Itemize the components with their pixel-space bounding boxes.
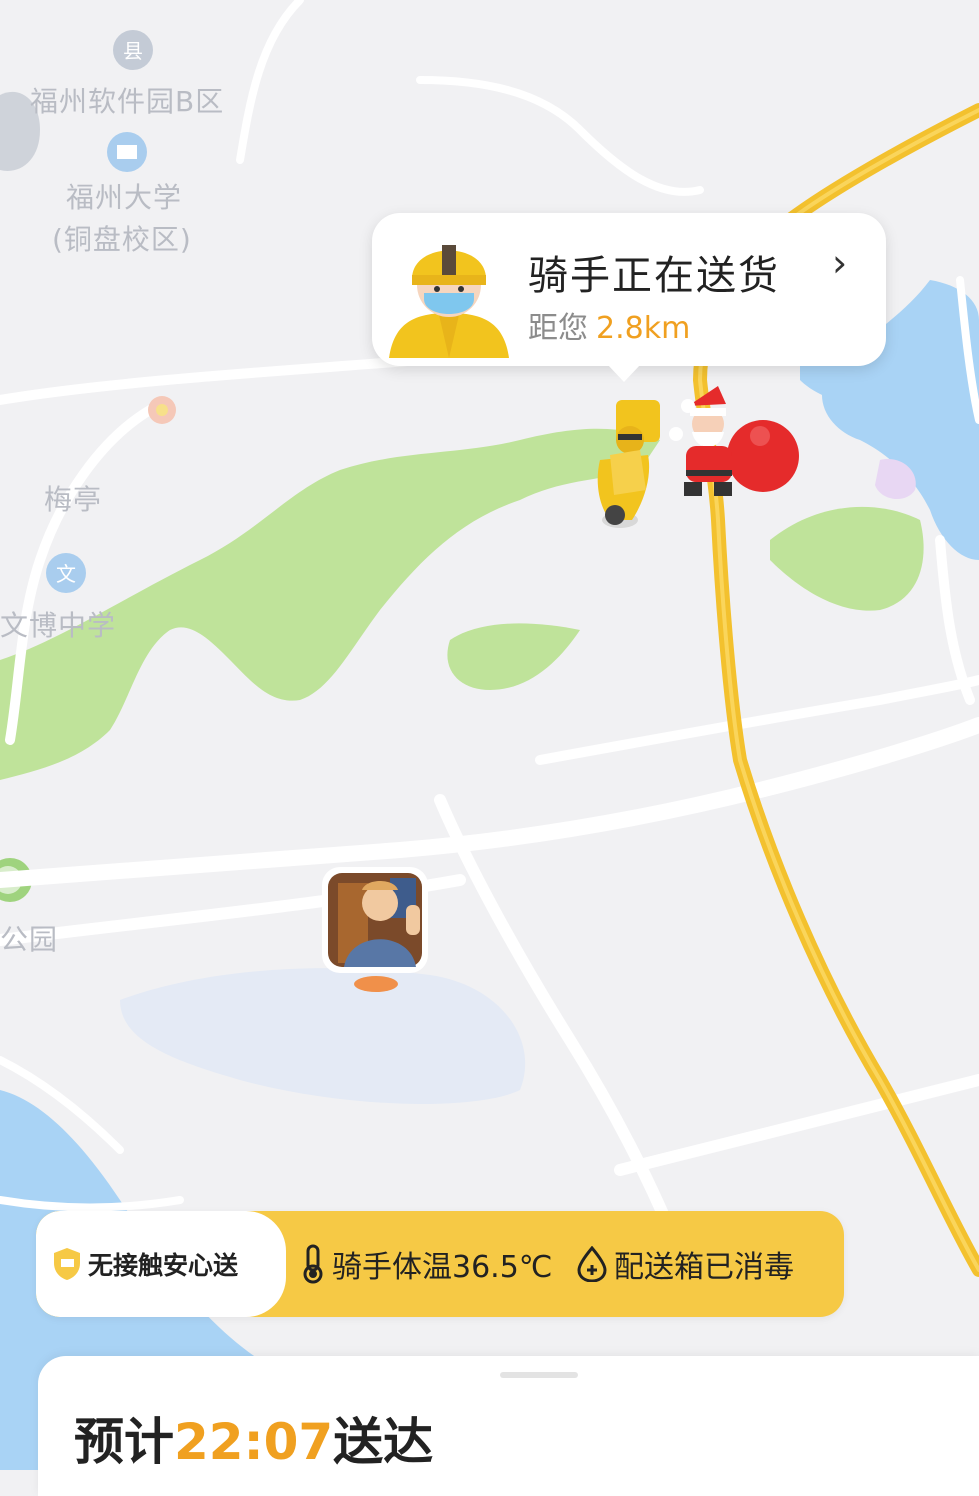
poi-label[interactable]: 文博中学 bbox=[0, 604, 116, 644]
eta-prefix: 预计 bbox=[74, 1413, 174, 1471]
distance-value: 2.8km bbox=[596, 311, 691, 346]
poi-label[interactable]: 福州大学 bbox=[66, 176, 182, 216]
rider-temperature: 骑手体温36.5℃ bbox=[300, 1211, 553, 1317]
svg-text:文: 文 bbox=[56, 562, 76, 586]
distance-label: 距您 bbox=[528, 311, 588, 346]
green-park-right bbox=[770, 506, 924, 611]
eta-time: 22:07 bbox=[174, 1413, 334, 1471]
sheet-drag-handle[interactable] bbox=[500, 1372, 578, 1378]
contactless-badge-label: 无接触安心送 bbox=[88, 1251, 239, 1280]
santa-icon bbox=[669, 386, 799, 496]
box-disinfected: 配送箱已消毒 bbox=[576, 1211, 794, 1317]
rider-avatar-icon bbox=[389, 245, 509, 358]
poi-label[interactable]: 公园 bbox=[0, 918, 58, 958]
disinfect-icon bbox=[577, 1246, 607, 1282]
order-status-sheet[interactable]: 预计22:07送达 bbox=[38, 1356, 979, 1496]
thermometer-icon bbox=[303, 1244, 323, 1284]
rider-status-card[interactable]: 骑手正在送货 › 距您 2.8km bbox=[372, 213, 886, 382]
chevron-right-icon[interactable]: › bbox=[832, 241, 847, 285]
green-park-small bbox=[447, 623, 580, 690]
safety-info-bar[interactable]: 无接触安心送 骑手体温36.5℃ 配送箱已消毒 bbox=[36, 1211, 844, 1317]
eta-suffix: 送达 bbox=[333, 1413, 434, 1471]
contactless-badge[interactable]: 无接触安心送 bbox=[36, 1211, 286, 1317]
rider-distance: 距您 2.8km bbox=[528, 303, 690, 347]
svg-text:县: 县 bbox=[123, 39, 143, 63]
poi-label[interactable]: 福州软件园B区 bbox=[30, 80, 224, 120]
rider-temperature-text: 骑手体温36.5℃ bbox=[332, 1250, 553, 1285]
box-disinfected-text: 配送箱已消毒 bbox=[614, 1250, 794, 1285]
poi-label[interactable]: (铜盘校区) bbox=[52, 218, 192, 258]
rider-scooter-icon bbox=[597, 400, 660, 528]
rider-status-title: 骑手正在送货 bbox=[528, 253, 780, 299]
poi-label[interactable]: 梅亭 bbox=[44, 478, 102, 518]
shield-icon bbox=[54, 1248, 80, 1280]
eta-text: 预计22:07送达 bbox=[74, 1402, 433, 1474]
lake-area bbox=[120, 968, 526, 1104]
